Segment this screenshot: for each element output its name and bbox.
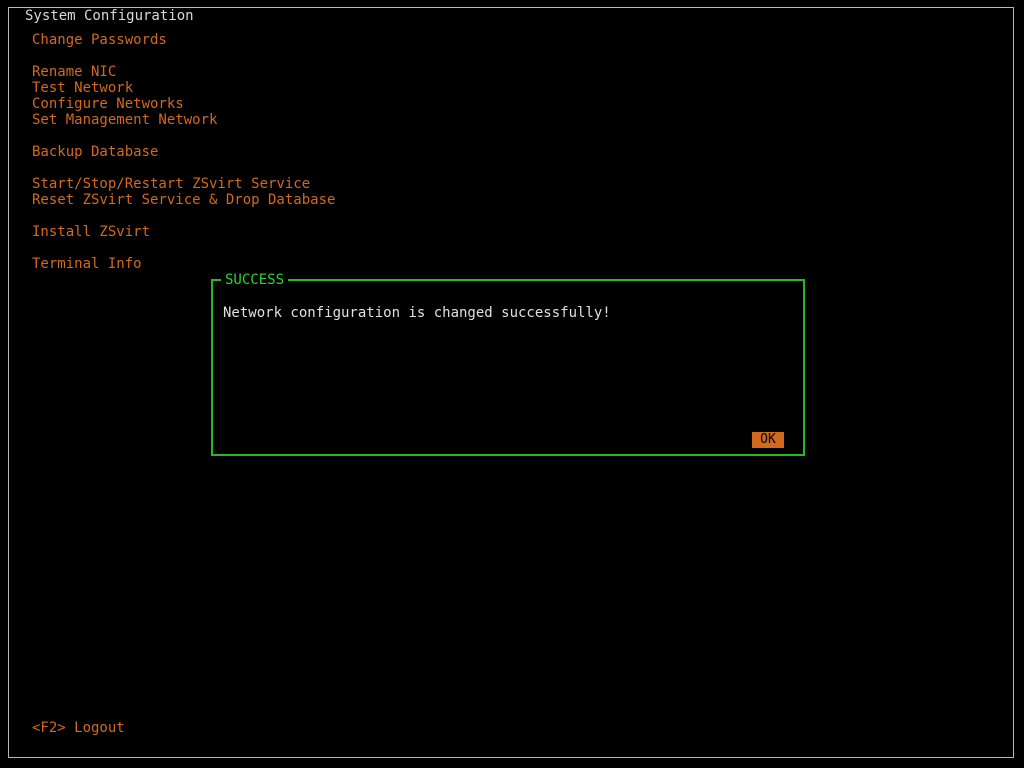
menu-spacer (32, 208, 335, 224)
ok-button[interactable]: OK (752, 432, 784, 448)
menu-item-start-stop-restart-service[interactable]: Start/Stop/Restart ZSvirt Service (32, 176, 335, 192)
success-dialog: SUCCESS Network configuration is changed… (211, 272, 805, 456)
menu-item-set-management-network[interactable]: Set Management Network (32, 112, 335, 128)
menu-item-test-network[interactable]: Test Network (32, 80, 335, 96)
menu-item-install-zsvirt[interactable]: Install ZSvirt (32, 224, 335, 240)
window-title: System Configuration (21, 8, 198, 24)
menu-item-rename-nic[interactable]: Rename NIC (32, 64, 335, 80)
menu-spacer (32, 48, 335, 64)
menu-item-change-passwords[interactable]: Change Passwords (32, 32, 335, 48)
config-menu: Change Passwords Rename NIC Test Network… (32, 32, 335, 272)
menu-item-backup-database[interactable]: Backup Database (32, 144, 335, 160)
dialog-message: Network configuration is changed success… (223, 305, 611, 321)
menu-item-terminal-info[interactable]: Terminal Info (32, 256, 335, 272)
menu-spacer (32, 160, 335, 176)
dialog-title: SUCCESS (221, 272, 289, 288)
logout-link[interactable]: <F2> Logout (32, 720, 125, 736)
menu-item-reset-service-drop-database[interactable]: Reset ZSvirt Service & Drop Database (32, 192, 335, 208)
menu-spacer (32, 240, 335, 256)
menu-item-configure-networks[interactable]: Configure Networks (32, 96, 335, 112)
menu-spacer (32, 128, 335, 144)
